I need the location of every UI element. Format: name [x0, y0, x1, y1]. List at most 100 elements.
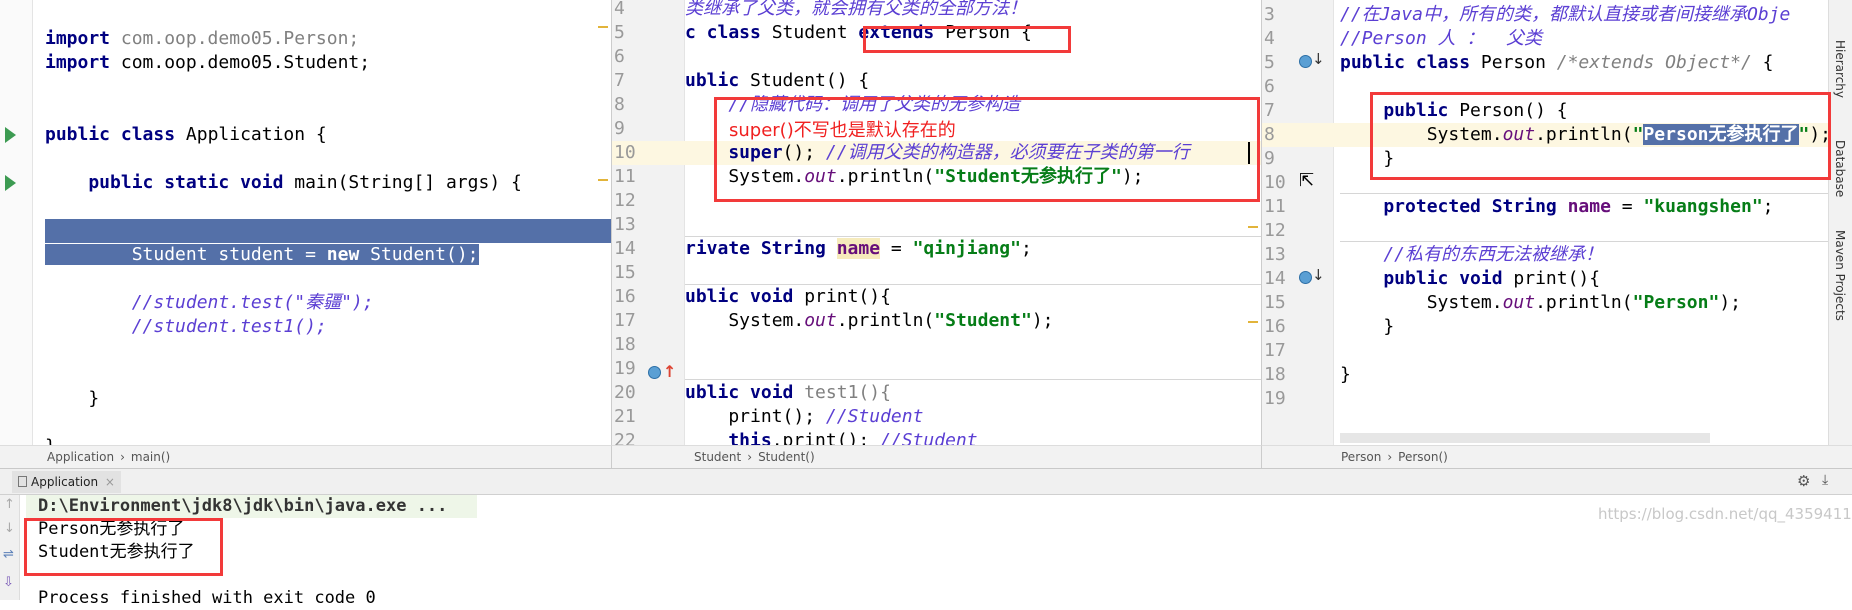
mouse-pointer-icon: ⇱ — [1299, 170, 1315, 191]
breadcrumb-separator: › — [747, 450, 753, 464]
code-token: ; — [1762, 196, 1774, 217]
line-number: 22 — [614, 430, 636, 445]
line-number: 6 — [614, 46, 625, 67]
annotation-text: super()不写也是默认存在的 — [729, 120, 956, 141]
code-token: ); — [1031, 310, 1054, 331]
code-line: //student.test1(); — [45, 315, 611, 339]
code-token: out — [1502, 292, 1536, 313]
code-token: print(){ — [1513, 268, 1601, 289]
code-token: name — [836, 238, 881, 259]
code-token: ublic void — [685, 286, 805, 307]
code-line: ublic void test1(){ — [685, 381, 1261, 405]
code-token: "kuangshen" — [1643, 196, 1763, 217]
line-number: 8 — [1264, 123, 1304, 147]
line-number: 15 — [614, 262, 636, 283]
code-token: print(); — [685, 406, 826, 427]
scroll-to-end-icon[interactable]: ⇩ — [3, 575, 14, 590]
line-number: 19 — [1264, 388, 1286, 409]
breadcrumb-item[interactable]: main() — [131, 450, 170, 464]
implemented-icon[interactable] — [1299, 55, 1312, 68]
line-number: 5 — [614, 22, 625, 43]
tool-hierarchy[interactable]: Hierarchy — [1833, 40, 1847, 98]
breadcrumb-item[interactable]: Student — [694, 450, 741, 464]
scroll-marker — [598, 26, 608, 28]
soft-wrap-icon[interactable]: ⇌ — [3, 547, 14, 562]
code-token: } — [45, 388, 100, 409]
code-token: name — [1567, 196, 1611, 217]
code-line: } — [1340, 315, 1828, 339]
close-tab-icon[interactable]: × — [105, 475, 115, 489]
code-token: Student student = — [45, 244, 327, 265]
breadcrumb-student: Student › Student() — [612, 445, 1262, 468]
code-token: main(String[] args) { — [294, 172, 522, 193]
code-token: ublic — [685, 70, 751, 91]
breadcrumb-separator: › — [120, 450, 125, 464]
code-token: //Student — [880, 430, 978, 445]
code-line: 类继承了父类，就会拥有父类的全部方法！ — [685, 0, 1261, 21]
console-icon — [18, 476, 27, 487]
hide-icon[interactable]: ⤓ — [1822, 472, 1828, 488]
line-number: 21 — [614, 406, 636, 427]
tool-database[interactable]: Database — [1833, 140, 1847, 197]
gutter — [0, 0, 33, 445]
code-token: ); — [1719, 292, 1742, 313]
highlight-box-extends — [863, 26, 1071, 53]
run-class-icon[interactable] — [5, 127, 16, 143]
code-token: public class — [1340, 52, 1481, 73]
line-number: 13 — [1264, 244, 1286, 265]
line-number: 14 — [1264, 268, 1286, 289]
line-number: 12 — [1264, 220, 1286, 241]
breadcrumb-item[interactable]: Person — [1341, 450, 1381, 464]
horizontal-scrollbar[interactable] — [1340, 433, 1710, 443]
line-number: 13 — [614, 214, 636, 235]
code-token: System. — [685, 310, 805, 331]
code-token: com.oop.demo05.Student; — [120, 52, 371, 73]
code-token: //在Java中，所有的类，都默认直接或者间接继承Obje — [1340, 4, 1791, 25]
code-token: out — [804, 310, 837, 331]
overrides-icon[interactable] — [648, 366, 661, 379]
breadcrumb-item[interactable]: Person() — [1398, 450, 1448, 464]
line-number: 11 — [1264, 196, 1286, 217]
line-number: 4 — [1264, 28, 1275, 49]
code-line: //student.test("秦疆"); — [45, 291, 611, 315]
code-token: } — [1340, 316, 1395, 337]
gear-icon[interactable]: ⚙ — [1797, 472, 1810, 490]
down-arrow-icon[interactable]: ↓ — [4, 521, 15, 536]
line-number: 7 — [1264, 100, 1275, 121]
line-number: 18 — [614, 334, 636, 355]
console-exit-line: Process finished with exit code 0 — [38, 588, 376, 608]
tab-label: Application — [31, 475, 99, 489]
code-token: test1(){ — [804, 382, 891, 403]
run-tab-bar: Application × ⚙ ⤓ — [0, 468, 1852, 495]
highlight-box-super — [714, 97, 1260, 202]
editor-student[interactable]: 4 类继承了父类，就会拥有父类的全部方法！ 5 c class Student ext… — [612, 0, 1262, 445]
code-token: "Person" — [1632, 292, 1720, 313]
line-number: 17 — [1264, 340, 1286, 361]
code-token: //student.test("秦疆"); — [45, 292, 374, 313]
up-arrow-icon[interactable]: ↑ — [4, 497, 15, 512]
code-token: 类继承了父类，就会拥有父类的全部方法！ — [685, 0, 1027, 19]
console-output[interactable]: D:\Environment\jdk8\jdk\bin\java.exe ...… — [20, 495, 1852, 608]
line-number: 14 — [614, 238, 636, 259]
implemented-icon[interactable] — [1299, 271, 1312, 284]
run-tab-application[interactable]: Application × — [12, 471, 121, 493]
line-number: 12 — [614, 190, 636, 211]
breadcrumb-item[interactable]: Student() — [758, 450, 815, 464]
code-token: } — [45, 436, 56, 445]
editor-person[interactable]: 3 //在Java中，所有的类，都默认直接或者间接继承Obje 4 //Person … — [1262, 0, 1828, 445]
code-line: public void print(){ — [1340, 267, 1828, 291]
breadcrumb-separator: › — [1387, 450, 1393, 464]
breadcrumb-application: Application › main() — [0, 445, 612, 468]
breadcrumb-item[interactable]: Application — [47, 450, 114, 464]
code-line: print(); //Student — [685, 405, 1261, 429]
tool-maven-projects[interactable]: Maven Projects — [1833, 230, 1847, 321]
editor-application[interactable]: import com.oop.demo05.Person; import com.… — [0, 0, 612, 445]
run-main-icon[interactable] — [5, 175, 16, 191]
line-number: 8 — [614, 94, 625, 115]
line-number: 6 — [1264, 76, 1275, 97]
